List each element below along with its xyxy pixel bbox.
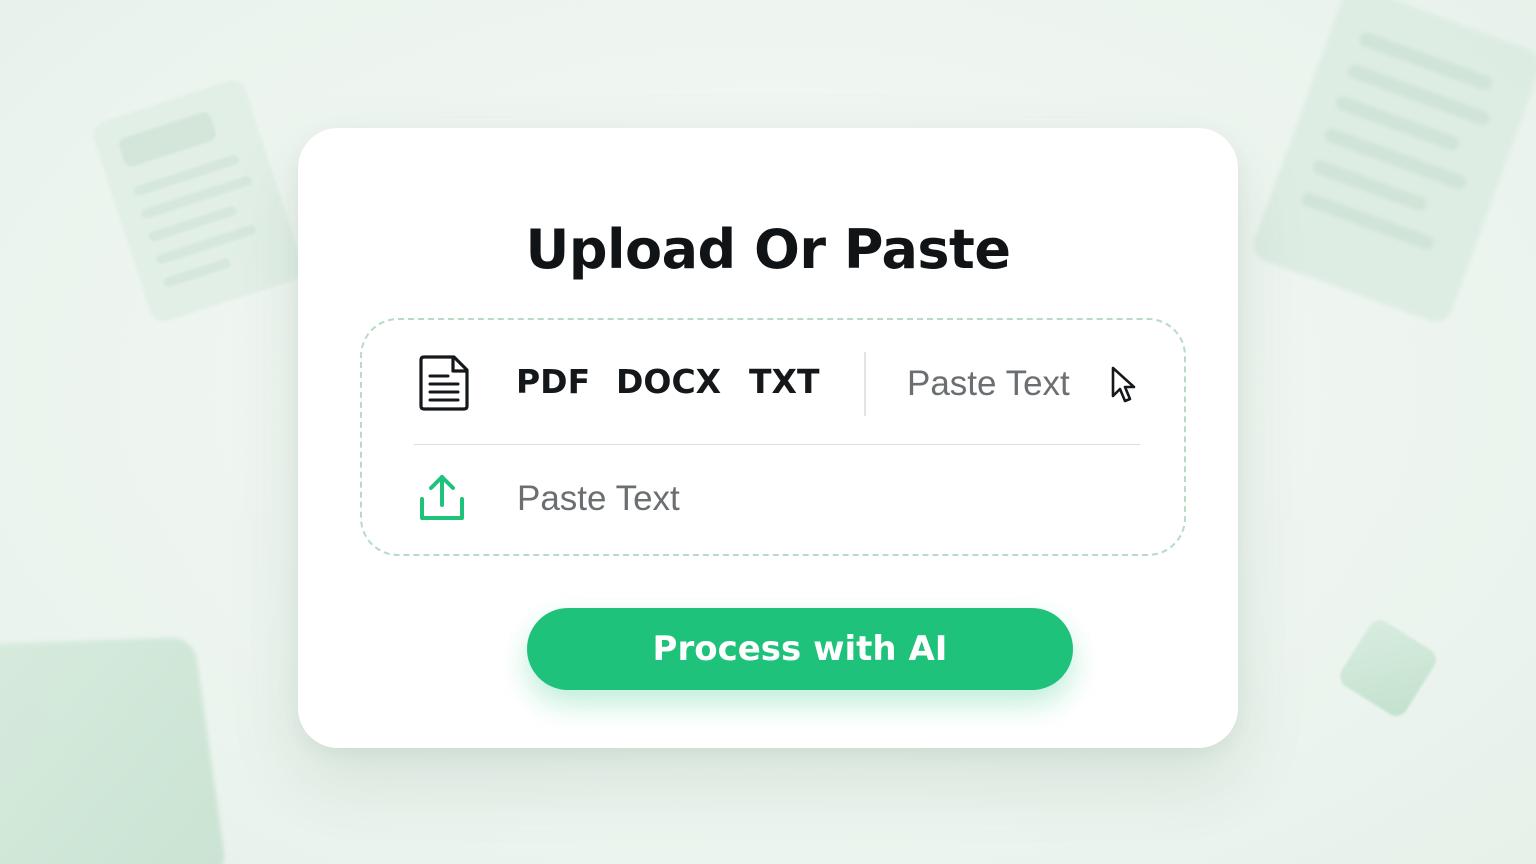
- background-document-decoration-right: [1248, 0, 1536, 328]
- format-txt: TXT: [749, 362, 820, 401]
- mouse-pointer-icon: [1110, 366, 1136, 404]
- card-title: Upload Or Paste: [525, 218, 1012, 281]
- paste-text-input[interactable]: Paste Text: [517, 479, 680, 519]
- upload-icon[interactable]: [418, 473, 466, 523]
- format-docx: DOCX: [616, 362, 722, 401]
- document-icon: [416, 354, 472, 412]
- background-document-decoration: [89, 76, 307, 326]
- background-small-cube-decoration: [1335, 615, 1441, 721]
- background-cube-decoration: [0, 636, 228, 864]
- file-format-row[interactable]: PDF DOCX TXT Paste Text: [362, 320, 1184, 444]
- process-with-ai-button[interactable]: Process with AI: [527, 608, 1073, 690]
- upload-card: Upload Or Paste PDF DOCX TXT Paste Text: [298, 128, 1238, 748]
- format-pdf: PDF: [516, 362, 591, 401]
- vertical-divider: [864, 352, 866, 416]
- paste-text-row[interactable]: Paste Text: [362, 445, 1184, 554]
- upload-dropzone[interactable]: PDF DOCX TXT Paste Text Paste Text: [360, 318, 1186, 556]
- paste-text-option[interactable]: Paste Text: [907, 364, 1070, 404]
